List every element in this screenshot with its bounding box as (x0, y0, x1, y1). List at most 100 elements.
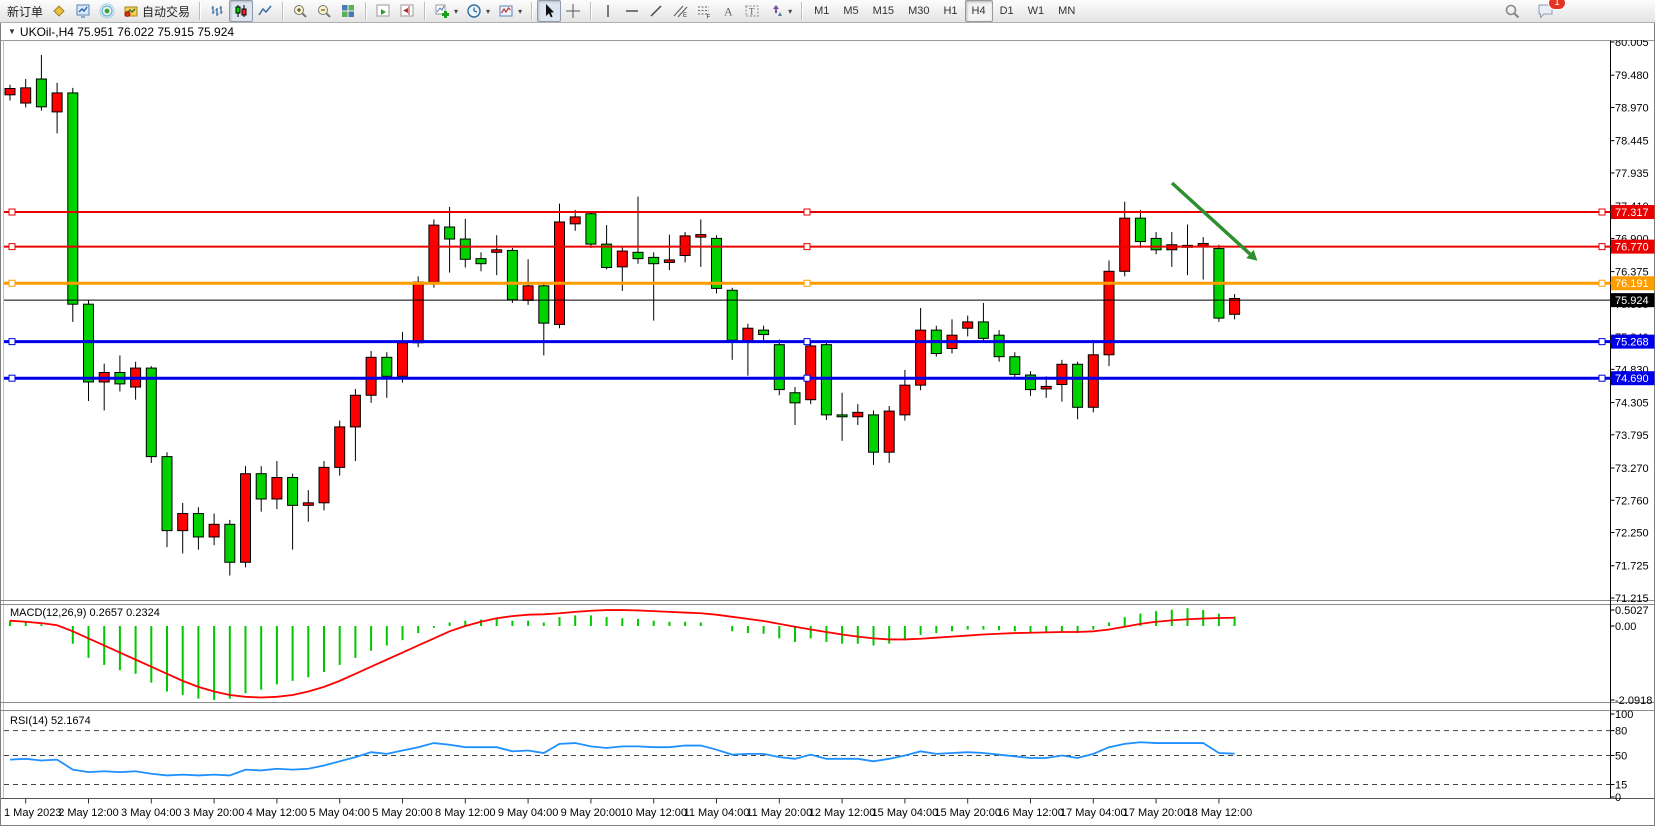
candle (256, 474, 266, 499)
timeframe-w1[interactable]: W1 (1021, 0, 1052, 22)
time-axis-label: 5 May 20:00 (372, 807, 433, 819)
crosshair-button[interactable] (561, 0, 585, 22)
line-handle[interactable] (1599, 209, 1605, 215)
timeframe-m5[interactable]: M5 (836, 0, 865, 22)
zoom-in-button[interactable] (288, 0, 312, 22)
chevron-down-icon: ▾ (788, 7, 792, 16)
indicators-button[interactable]: ▾ (430, 0, 462, 22)
timeframe-group: M1 M5 M15 M30 H1 H4 D1 W1 MN (804, 0, 1085, 22)
fibonacci-icon: F (696, 3, 712, 19)
line-handle[interactable] (804, 244, 810, 250)
collapse-arrow-icon[interactable]: ▼ (1, 27, 20, 36)
chevron-down-icon: ▾ (486, 7, 490, 16)
period-button[interactable]: ▾ (462, 0, 494, 22)
auto-scroll-button[interactable] (371, 0, 395, 22)
trendline-button[interactable] (644, 0, 668, 22)
candle (319, 467, 329, 502)
zoom-out-icon (316, 3, 332, 19)
fibonacci-button[interactable]: F (692, 0, 716, 22)
line-handle[interactable] (9, 339, 15, 345)
horizontal-line-button[interactable] (620, 0, 644, 22)
line-handle[interactable] (804, 209, 810, 215)
rsi-axis-label: 0 (1615, 792, 1621, 804)
candle (759, 330, 769, 334)
bar-chart-button[interactable] (205, 0, 229, 22)
chart-titlebar[interactable]: ▼ UKOil-,H4 75.951 76.022 75.915 75.924 (1, 23, 1654, 40)
new-order-button[interactable]: 新订单 (3, 0, 47, 22)
price-axis-label: 77.935 (1615, 168, 1649, 180)
chart-canvas[interactable]: 80.00579.48078.97078.44577.93577.41076.9… (0, 0, 1655, 826)
zoom-out-button[interactable] (312, 0, 336, 22)
search-button[interactable] (1500, 0, 1525, 22)
auto-trading-button[interactable]: 自动交易 (119, 0, 194, 22)
candle (743, 328, 753, 341)
candle (727, 290, 737, 340)
line-handle[interactable] (1599, 375, 1605, 381)
candle (869, 415, 879, 452)
line-handle[interactable] (1599, 244, 1605, 250)
tile-windows-button[interactable] (336, 0, 360, 22)
line-handle[interactable] (804, 375, 810, 381)
timeframe-d1[interactable]: D1 (993, 0, 1021, 22)
candlestick-chart-button[interactable] (229, 0, 253, 22)
candle (696, 235, 706, 238)
chart-title: UKOil-,H4 75.951 76.022 75.915 75.924 (20, 25, 234, 39)
line-handle[interactable] (9, 280, 15, 286)
chart-shift-icon (399, 3, 415, 19)
price-axis-label: 73.270 (1615, 463, 1649, 475)
time-axis-label: 3 May 04:00 (121, 807, 182, 819)
candle (335, 427, 345, 467)
price-tag-label: 75.268 (1615, 337, 1649, 349)
price-axis-label: 73.795 (1615, 430, 1649, 442)
styles-button[interactable] (47, 0, 71, 22)
line-handle[interactable] (1599, 280, 1605, 286)
vertical-line-button[interactable] (596, 0, 620, 22)
time-axis-label: 9 May 04:00 (498, 807, 559, 819)
candle (68, 93, 78, 304)
chart-window-border (1, 23, 1655, 826)
timeframe-m1[interactable]: M1 (807, 0, 836, 22)
candle (507, 250, 517, 299)
new-order-label: 新订单 (7, 3, 43, 20)
indicators-icon (434, 3, 450, 19)
timeframe-m30[interactable]: M30 (901, 0, 936, 22)
text-label-button[interactable]: T (740, 0, 764, 22)
candle (1073, 364, 1083, 407)
channel-button[interactable]: E (668, 0, 692, 22)
timeframe-h1[interactable]: H1 (936, 0, 964, 22)
arrows-button[interactable]: ▾ (764, 0, 796, 22)
candle (398, 343, 408, 377)
timeframe-m15[interactable]: M15 (866, 0, 901, 22)
line-handle[interactable] (9, 375, 15, 381)
time-axis-label: 8 May 12:00 (435, 807, 496, 819)
timeframe-h4[interactable]: H4 (965, 0, 993, 22)
time-axis-label: 5 May 04:00 (309, 807, 370, 819)
line-handle[interactable] (9, 244, 15, 250)
line-chart-button[interactable] (253, 0, 277, 22)
price-tag-label: 76.191 (1615, 278, 1649, 290)
notifications-button[interactable]: 1 (1533, 0, 1559, 22)
candle (586, 214, 596, 244)
line-handle[interactable] (9, 209, 15, 215)
line-chart-icon (257, 3, 273, 19)
price-axis-label: 71.725 (1615, 561, 1649, 573)
chart-shift-button[interactable] (395, 0, 419, 22)
candle (649, 257, 659, 263)
line-handle[interactable] (804, 339, 810, 345)
macd-axis-label: 0.00 (1615, 621, 1636, 633)
text-label-icon: T (744, 3, 760, 19)
signals-button[interactable] (95, 0, 119, 22)
candle (978, 322, 988, 338)
line-handle[interactable] (804, 280, 810, 286)
template-button[interactable]: ▾ (494, 0, 526, 22)
candle (837, 415, 847, 417)
line-handle[interactable] (1599, 339, 1605, 345)
candle (790, 393, 800, 403)
text-button[interactable]: A (716, 0, 740, 22)
candle (241, 474, 251, 563)
timeframe-mn[interactable]: MN (1051, 0, 1082, 22)
cursor-button[interactable] (537, 0, 561, 22)
candle (413, 282, 423, 343)
market-watch-button[interactable] (71, 0, 95, 22)
price-axis-label: 74.305 (1615, 398, 1649, 410)
